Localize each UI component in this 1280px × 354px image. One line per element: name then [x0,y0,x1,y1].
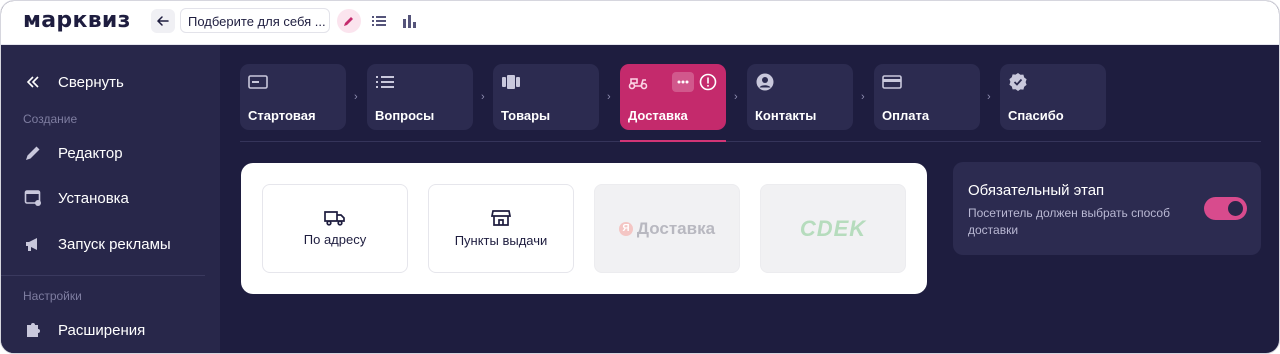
step-delivery[interactable]: Доставка [620,64,726,130]
sidebar-item-label: Запуск рекламы [58,235,171,253]
more-dots-icon [677,80,689,84]
step-label: Вопросы [375,108,435,123]
step-more-button[interactable] [672,72,694,92]
badge-check-icon [1008,73,1028,91]
store-icon [491,210,511,226]
logo[interactable]: марквиз [23,8,131,33]
yandex-logo-mark: Я [618,221,633,236]
app-window: марквиз Подберите для себя ... Свернуть … [0,0,1280,354]
option-label: Пункты выдачи [454,233,548,248]
sidebar-divider [1,275,205,276]
start-screen-icon [248,73,268,91]
step-contacts[interactable]: Контакты [747,64,853,130]
pencil-icon [344,17,353,26]
yandex-delivery-logo: Я Доставка [618,218,716,239]
quiz-title-input[interactable]: Подберите для себя ... [180,8,330,33]
products-icon [501,73,521,91]
back-arrow-icon [156,16,169,26]
step-chevron: › [987,91,991,103]
top-bar: марквиз Подберите для себя ... [1,1,1279,45]
sidebar-item-label: Расширения [58,321,146,339]
option-yandex-delivery[interactable]: Я Доставка [594,184,740,273]
double-chevron-left-icon [23,72,43,92]
sidebar-collapse-button[interactable]: Свернуть [23,70,124,94]
list-icon [372,16,386,26]
step-chevron: › [607,91,611,103]
scooter-icon [628,73,648,91]
sidebar-section-create: Создание [23,112,78,126]
active-step-underline [620,140,726,142]
required-stage-toggle[interactable] [1204,197,1247,220]
puzzle-icon [23,320,43,340]
step-label: Доставка [628,108,688,123]
pencil-icon [23,143,43,163]
option-label: По адресу [303,232,367,247]
step-payment[interactable]: Оплата [874,64,980,130]
sidebar-section-settings: Настройки [23,289,82,303]
required-stage-title: Обязательный этап [968,182,1105,199]
option-cdek[interactable]: CDEK [760,184,906,273]
analytics-button[interactable] [397,9,421,33]
sidebar: Свернуть Создание Редактор Установка Зап… [1,45,220,353]
required-stage-description: Посетитель должен выбрать способ доставк… [968,206,1170,237]
sidebar-item-extensions[interactable]: Расширения [23,318,145,342]
option-pickup-points[interactable]: Пункты выдачи [428,184,574,273]
install-icon [23,188,43,208]
back-button[interactable] [151,9,175,33]
required-stage-panel: Обязательный этап Посетитель должен выбр… [953,162,1261,255]
step-thanks[interactable]: Спасибо [1000,64,1106,130]
step-label: Товары [501,108,551,123]
step-questions[interactable]: Вопросы [367,64,473,130]
sidebar-item-label: Установка [58,189,129,207]
list-icon [375,73,395,91]
option-label: Доставка [636,218,716,238]
step-chevron: › [481,91,485,103]
sidebar-collapse-label: Свернуть [58,73,124,91]
sidebar-item-editor[interactable]: Редактор [23,141,123,165]
truck-icon [324,211,345,226]
step-chevron: › [861,91,865,103]
step-label: Стартовая [248,108,316,123]
list-view-button[interactable] [367,9,391,33]
sidebar-item-install[interactable]: Установка [23,186,129,210]
step-chevron: › [354,91,358,103]
cdek-logo: CDEK [799,215,867,241]
step-start[interactable]: Стартовая [240,64,346,130]
card-icon [882,73,902,91]
step-label: Контакты [755,108,817,123]
step-chevron: › [734,91,738,103]
step-products[interactable]: Товары [493,64,599,130]
step-label: Оплата [882,108,930,123]
delivery-options-card: По адресу Пункты выдачи Я Доставка CDEK [241,163,927,294]
alert-circle-icon[interactable] [698,72,718,92]
edit-button[interactable] [337,9,361,33]
toggle-knob [1228,201,1243,216]
steps-divider [240,141,1261,142]
option-by-address[interactable]: По адресу [262,184,408,273]
bar-chart-icon [403,15,416,28]
step-label: Спасибо [1008,108,1064,123]
sidebar-item-ads[interactable]: Запуск рекламы [23,232,171,256]
user-circle-icon [755,73,775,91]
megaphone-icon [23,234,43,254]
sidebar-item-label: Редактор [58,144,123,162]
